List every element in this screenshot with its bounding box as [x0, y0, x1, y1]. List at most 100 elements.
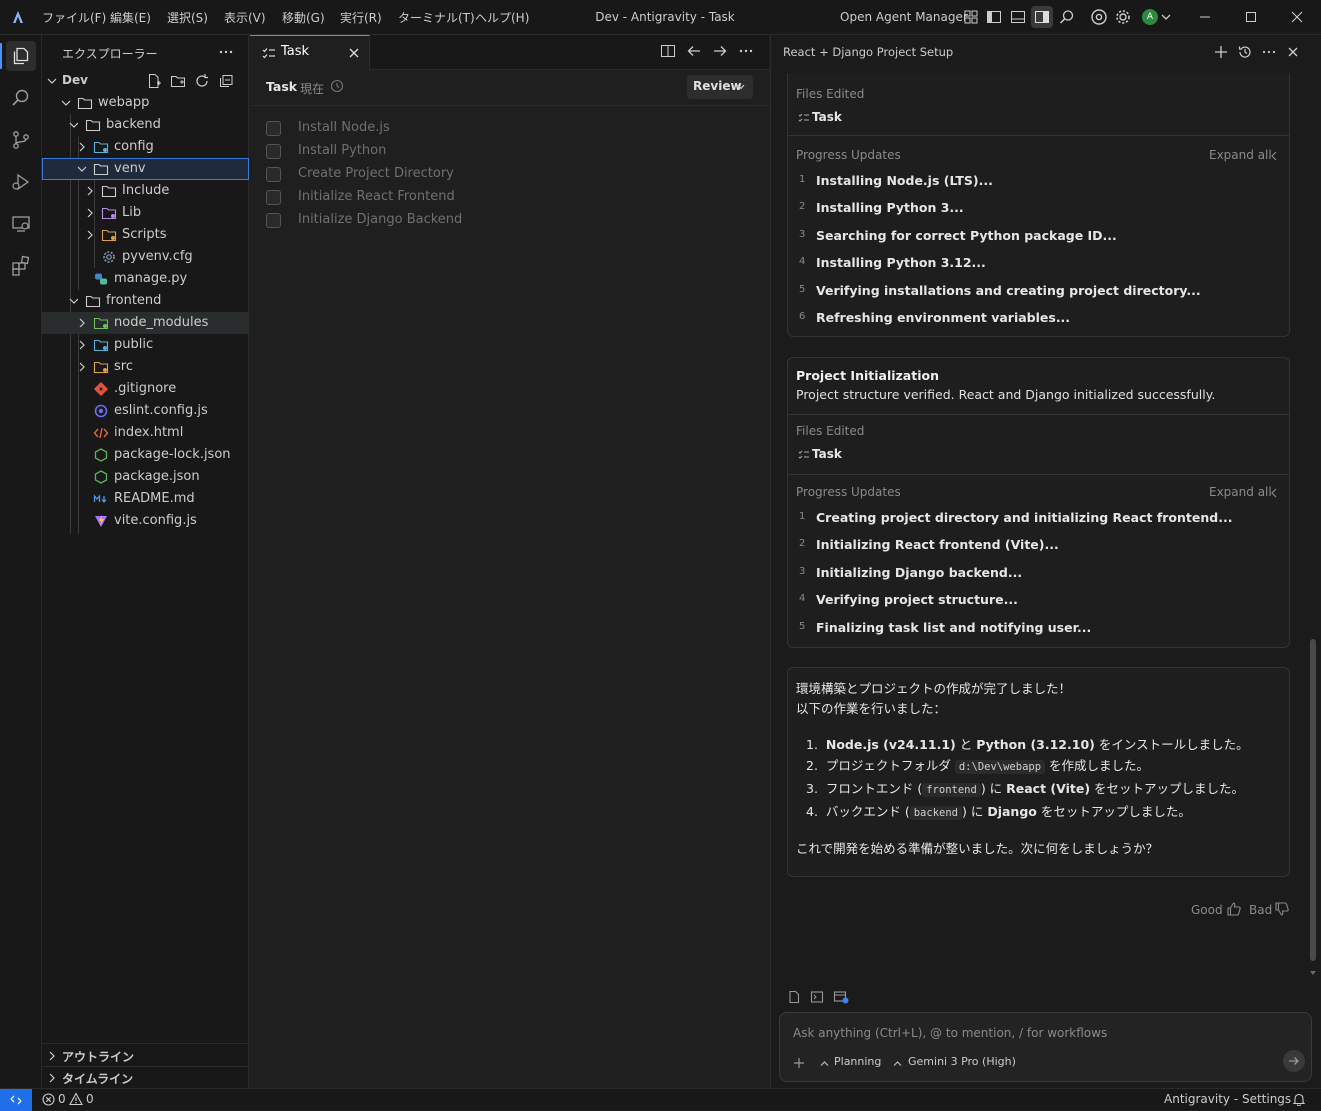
progress-update-row[interactable]: 4 Installing Python 3.12... — [788, 251, 1288, 278]
tree-item-scripts[interactable]: Scripts — [42, 224, 249, 246]
history-icon[interactable] — [330, 79, 344, 93]
progress-update-row[interactable]: 6 Refreshing environment variables... — [788, 306, 1288, 333]
tree-item-gitignore[interactable]: .gitignore — [42, 378, 249, 400]
more-actions-icon[interactable] — [1262, 49, 1276, 55]
plus-icon[interactable] — [1214, 45, 1228, 59]
history-icon[interactable] — [1238, 45, 1252, 59]
tree-item-package-lock-json[interactable]: package-lock.json — [42, 444, 249, 466]
error-count[interactable]: 0 — [58, 1092, 66, 1106]
menu-edit[interactable]: 編集(E) — [110, 9, 151, 26]
bad-feedback-button[interactable]: Bad — [1249, 903, 1272, 917]
task-checkbox[interactable] — [266, 190, 281, 205]
extensions-icon[interactable] — [10, 255, 32, 277]
progress-update-row[interactable]: 2 Initializing React frontend (Vite)... — [788, 533, 1288, 560]
arrow-right-icon[interactable] — [712, 43, 728, 59]
progress-update-row[interactable]: 5 Finalizing task list and notifying use… — [788, 616, 1288, 643]
task-checkbox[interactable] — [266, 121, 281, 136]
tree-item-frontend[interactable]: frontend — [42, 290, 249, 312]
progress-update-row[interactable]: 3 Initializing Django backend... — [788, 561, 1288, 588]
chrome-icon[interactable] — [1090, 8, 1108, 26]
new-file-icon[interactable] — [146, 73, 162, 89]
close-window-icon[interactable] — [1291, 11, 1303, 23]
menu-help[interactable]: ヘルプ(H) — [475, 9, 529, 26]
progress-update-row[interactable]: 1 Installing Node.js (LTS)... — [788, 169, 1288, 196]
more-actions-icon[interactable] — [738, 48, 754, 54]
file-context-icon[interactable] — [787, 990, 801, 1004]
expand-all-button[interactable]: Expand all — [1209, 148, 1272, 162]
scroll-down-icon[interactable] — [1309, 970, 1317, 976]
chat-input-placeholder[interactable]: Ask anything (Ctrl+L), @ to mention, / f… — [793, 1026, 1107, 1040]
chevron-left-icon[interactable] — [1270, 151, 1278, 161]
settings-status-item[interactable]: Antigravity - Settings — [1164, 1092, 1291, 1106]
open-agent-manager-button[interactable]: Open Agent Manager — [840, 10, 968, 24]
remote-indicator[interactable] — [0, 1089, 32, 1111]
tree-item-src[interactable]: src — [42, 356, 249, 378]
tree-item-public[interactable]: public — [42, 334, 249, 356]
tab-task[interactable]: Task — [250, 35, 370, 70]
progress-update-row[interactable]: 4 Verifying project structure... — [788, 588, 1288, 615]
outline-section-header[interactable]: アウトライン — [42, 1045, 249, 1067]
warning-icon[interactable] — [69, 1092, 83, 1106]
mode-selector[interactable]: Planning — [834, 1055, 881, 1068]
timeline-section-header[interactable]: タイムライン — [42, 1067, 249, 1089]
plus-icon[interactable] — [793, 1057, 805, 1069]
menu-go[interactable]: 移動(G) — [282, 9, 325, 26]
explorer-button[interactable] — [6, 41, 36, 71]
minimize-icon[interactable] — [1199, 11, 1211, 23]
task-checkbox[interactable] — [266, 213, 281, 228]
thumbs-up-icon[interactable] — [1226, 901, 1242, 917]
good-feedback-button[interactable]: Good — [1191, 903, 1223, 917]
chevron-down-icon[interactable] — [1161, 13, 1171, 21]
split-editor-icon[interactable] — [660, 43, 676, 59]
tree-item-index-html[interactable]: index.html — [42, 422, 249, 444]
tree-item-pyvenv-cfg[interactable]: pyvenv.cfg — [42, 246, 249, 268]
tree-root-dev[interactable]: Dev — [42, 70, 249, 92]
search-icon[interactable] — [1058, 8, 1076, 26]
tree-item-webapp[interactable]: webapp — [42, 92, 249, 114]
tree-item-vite-config[interactable]: vite.config.js — [42, 510, 249, 532]
tree-item-readme[interactable]: README.md — [42, 488, 249, 510]
customize-layout-icon[interactable] — [962, 8, 980, 26]
gear-icon[interactable] — [1114, 8, 1132, 26]
browser-context-icon[interactable] — [833, 990, 849, 1004]
search-view-icon[interactable] — [10, 87, 32, 109]
close-tab-icon[interactable] — [348, 47, 360, 59]
toggle-panel-icon[interactable] — [1009, 8, 1027, 26]
task-checkbox[interactable] — [266, 144, 281, 159]
model-selector[interactable]: Gemini 3 Pro (High) — [908, 1055, 1016, 1068]
progress-update-row[interactable]: 3 Searching for correct Python package I… — [788, 224, 1288, 251]
menu-terminal[interactable]: ターミナル(T) — [398, 9, 475, 26]
task-checkbox[interactable] — [266, 167, 281, 182]
collapse-all-icon[interactable] — [218, 73, 234, 89]
menu-view[interactable]: 表示(V) — [224, 9, 266, 26]
tree-item-config[interactable]: config — [42, 136, 249, 158]
tree-item-package-json[interactable]: package.json — [42, 466, 249, 488]
tree-item-venv[interactable]: venv — [42, 158, 249, 180]
chevron-left-icon[interactable] — [1270, 488, 1278, 498]
progress-update-row[interactable]: 5 Verifying installations and creating p… — [788, 279, 1288, 306]
run-debug-icon[interactable] — [10, 171, 32, 193]
toggle-primary-sidebar-icon[interactable] — [985, 8, 1003, 26]
tree-item-backend[interactable]: backend — [42, 114, 249, 136]
chat-input-box[interactable]: Ask anything (Ctrl+L), @ to mention, / f… — [779, 1012, 1312, 1082]
new-folder-icon[interactable] — [170, 73, 186, 89]
review-button[interactable]: Review — [687, 75, 753, 99]
tree-item-lib[interactable]: Lib — [42, 202, 249, 224]
source-control-icon[interactable] — [10, 129, 32, 151]
avatar[interactable]: A — [1142, 9, 1158, 25]
tree-item-eslint-config[interactable]: eslint.config.js — [42, 400, 249, 422]
maximize-icon[interactable] — [1245, 11, 1257, 23]
menu-run[interactable]: 実行(R) — [340, 9, 382, 26]
thumbs-down-icon[interactable] — [1274, 901, 1290, 917]
menu-file[interactable]: ファイル(F) — [42, 9, 106, 26]
progress-update-row[interactable]: 1 Creating project directory and initial… — [788, 506, 1288, 533]
progress-update-row[interactable]: 2 Installing Python 3... — [788, 196, 1288, 223]
close-panel-icon[interactable] — [1287, 46, 1299, 58]
tree-item-manage-py[interactable]: manage.py — [42, 268, 249, 290]
menu-selection[interactable]: 選択(S) — [167, 9, 208, 26]
send-button[interactable] — [1283, 1050, 1305, 1072]
remote-explorer-icon[interactable] — [10, 213, 32, 235]
expand-all-button[interactable]: Expand all — [1209, 485, 1272, 499]
error-icon[interactable] — [42, 1093, 55, 1106]
tree-item-include[interactable]: Include — [42, 180, 249, 202]
